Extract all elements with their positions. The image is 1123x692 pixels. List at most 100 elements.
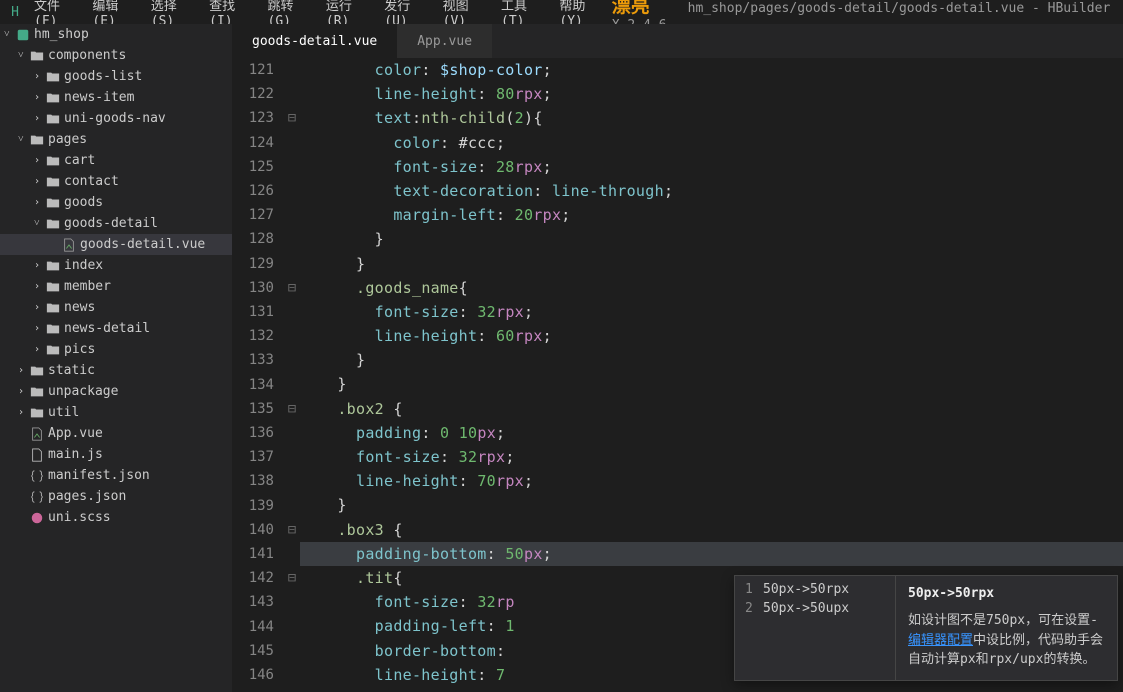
tree-item-uni-goods-nav[interactable]: ›uni-goods-nav	[0, 108, 232, 129]
tree-item-member[interactable]: ›member	[0, 276, 232, 297]
tree-item-static[interactable]: › static	[0, 360, 232, 381]
tree-label: App.vue	[48, 426, 103, 441]
file-icon	[30, 469, 44, 483]
editor-tabs: goods-detail.vueApp.vue	[232, 24, 1123, 58]
tree-label: static	[48, 363, 95, 378]
tree-item-pics[interactable]: ›pics	[0, 339, 232, 360]
folder-icon	[46, 154, 60, 168]
tree-item-uni-scss[interactable]: uni.scss	[0, 507, 232, 528]
file-icon	[30, 448, 44, 462]
folder-icon	[46, 322, 60, 336]
fold-marker	[284, 590, 300, 614]
suggestion-detail: 50px->50rpx 如设计图不是750px，可在设置- 编辑器配置中设比例，…	[895, 576, 1117, 680]
folder-icon	[46, 70, 60, 84]
fold-marker	[284, 58, 300, 82]
chevron-icon: ›	[34, 260, 46, 271]
chevron-icon: ˅	[18, 134, 30, 145]
chevron-icon: ›	[34, 176, 46, 187]
file-icon	[30, 427, 44, 441]
fold-marker	[284, 493, 300, 517]
tree-item-goods[interactable]: ›goods	[0, 192, 232, 213]
chevron-icon: ›	[34, 197, 46, 208]
chevron-icon: ›	[34, 92, 46, 103]
chevron-icon: ›	[34, 71, 46, 82]
fold-marker[interactable]: ⊟	[284, 566, 300, 590]
folder-icon	[30, 406, 44, 420]
fold-marker[interactable]: ⊟	[284, 106, 300, 130]
suggestion-list[interactable]: 150px->50rpx250px->50upx	[735, 576, 895, 680]
tree-label: goods-detail	[64, 216, 158, 231]
tree-label: components	[48, 48, 126, 63]
fold-gutter[interactable]: ⊟ ⊟ ⊟ ⊟ ⊟	[284, 58, 300, 692]
pretty-label: 漂亮	[612, 0, 650, 17]
tree-item-main-js[interactable]: main.js	[0, 444, 232, 465]
tree-item-news-item[interactable]: ›news-item	[0, 87, 232, 108]
tree-item-util[interactable]: ›util	[0, 402, 232, 423]
fold-marker	[284, 252, 300, 276]
tree-label: news	[64, 300, 95, 315]
tab-goods-detail-vue[interactable]: goods-detail.vue	[232, 24, 397, 58]
tree-item-goods-detail-vue[interactable]: goods-detail.vue	[0, 234, 232, 255]
tree-item-news[interactable]: › news	[0, 297, 232, 318]
code-editor[interactable]: 1211221231241251261271281291301311321331…	[232, 58, 1123, 692]
fold-marker	[284, 131, 300, 155]
chevron-icon: ›	[34, 302, 46, 313]
tree-item-pages-json[interactable]: pages.json	[0, 486, 232, 507]
suggestion-description: 如设计图不是750px，可在设置- 编辑器配置中设比例，代码助手会自动计算px和…	[908, 611, 1105, 670]
tree-label: index	[64, 258, 103, 273]
folder-icon	[46, 343, 60, 357]
chevron-icon	[50, 239, 62, 250]
menubar: H 文件(F) 编辑(E) 选择(S) 查找(I) 跳转(G) 运行(R) 发行…	[0, 0, 1123, 24]
chevron-icon	[18, 491, 30, 502]
tree-label: manifest.json	[48, 468, 150, 483]
tree-label: pages.json	[48, 489, 126, 504]
tree-item-contact[interactable]: › contact	[0, 171, 232, 192]
suggestion-header: 50px->50rpx	[908, 586, 1105, 601]
tree-label: pages	[48, 132, 87, 147]
folder-icon	[46, 259, 60, 273]
tree-item-cart[interactable]: ›cart	[0, 150, 232, 171]
tree-item-hm_shop[interactable]: ˅hm_shop	[0, 24, 232, 45]
tab-App-vue[interactable]: App.vue	[397, 24, 492, 58]
file-explorer[interactable]: ˅hm_shop˅components›goods-list›news-item…	[0, 24, 232, 692]
chevron-icon: ˅	[18, 50, 30, 61]
fold-marker	[284, 469, 300, 493]
folder-icon	[30, 133, 44, 147]
fold-marker[interactable]: ⊟	[284, 397, 300, 421]
editor-config-link[interactable]: 编辑器配置	[908, 633, 973, 648]
tree-item-goods-detail[interactable]: ˅goods-detail	[0, 213, 232, 234]
tree-item-index[interactable]: › index	[0, 255, 232, 276]
chevron-icon: ›	[34, 323, 46, 334]
tree-item-news-detail[interactable]: ›news-detail	[0, 318, 232, 339]
fold-marker	[284, 639, 300, 663]
tree-label: uni-goods-nav	[64, 111, 166, 126]
tree-label: main.js	[48, 447, 103, 462]
suggestion-item[interactable]: 150px->50rpx	[735, 580, 895, 599]
tree-item-pages[interactable]: ˅ pages	[0, 129, 232, 150]
fold-marker[interactable]: ⊟	[284, 518, 300, 542]
tree-item-App-vue[interactable]: App.vue	[0, 423, 232, 444]
app-icon: H	[8, 5, 22, 19]
tree-item-goods-list[interactable]: › goods-list	[0, 66, 232, 87]
tree-label: unpackage	[48, 384, 118, 399]
chevron-icon: ›	[18, 365, 30, 376]
tree-label: uni.scss	[48, 510, 111, 525]
chevron-icon	[18, 512, 30, 523]
tree-label: hm_shop	[34, 27, 89, 42]
file-icon	[62, 238, 76, 252]
suggestion-item[interactable]: 250px->50upx	[735, 599, 895, 618]
tree-label: util	[48, 405, 79, 420]
fold-marker	[284, 372, 300, 396]
tree-item-components[interactable]: ˅ components	[0, 45, 232, 66]
fold-marker	[284, 179, 300, 203]
fold-marker	[284, 82, 300, 106]
folder-icon	[46, 91, 60, 105]
autocomplete-popup[interactable]: 150px->50rpx250px->50upx 50px->50rpx 如设计…	[734, 575, 1118, 681]
fold-marker[interactable]: ⊟	[284, 276, 300, 300]
chevron-icon: ›	[34, 281, 46, 292]
file-icon	[30, 511, 44, 525]
tree-label: contact	[64, 174, 119, 189]
tree-item-manifest-json[interactable]: manifest.json	[0, 465, 232, 486]
tree-label: goods-list	[64, 69, 142, 84]
tree-item-unpackage[interactable]: ›unpackage	[0, 381, 232, 402]
